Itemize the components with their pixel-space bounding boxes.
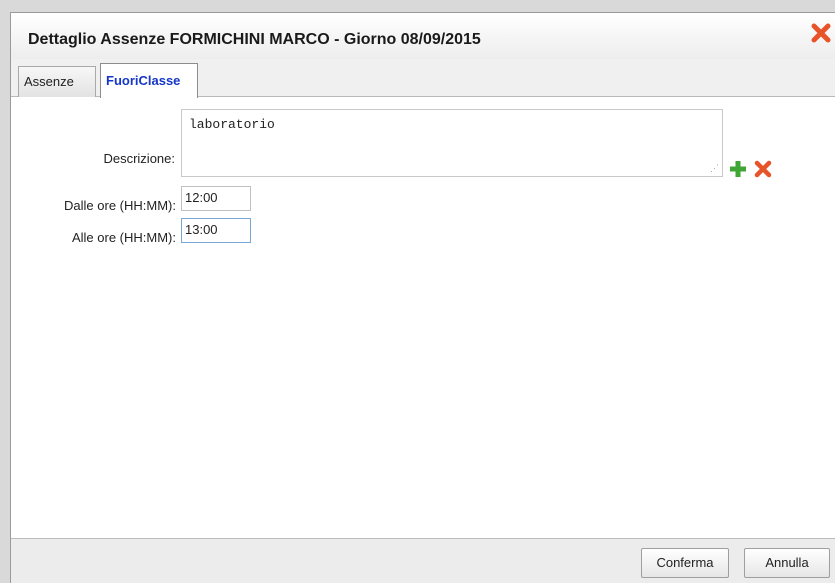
dialog-footer: Conferma Annulla bbox=[11, 538, 835, 583]
from-time-label: Dalle ore (HH:MM): bbox=[64, 198, 176, 213]
from-time-input[interactable]: 12:00 bbox=[181, 186, 251, 211]
dialog-titlebar: Dettaglio Assenze FORMICHINI MARCO - Gio… bbox=[11, 13, 835, 59]
tab-content: Descrizione: laboratorio ⋰ Dalle ore (HH… bbox=[11, 98, 835, 538]
absence-detail-dialog: Dettaglio Assenze FORMICHINI MARCO - Gio… bbox=[10, 12, 835, 583]
close-icon bbox=[811, 23, 831, 43]
close-button[interactable] bbox=[810, 22, 832, 44]
delete-button[interactable] bbox=[753, 159, 773, 179]
description-label: Descrizione: bbox=[103, 151, 175, 166]
x-icon bbox=[754, 160, 772, 178]
tab-bar: Assenze FuoriClasse bbox=[11, 59, 835, 98]
description-value: laboratorio bbox=[189, 117, 275, 132]
tab-fuoriclasse[interactable]: FuoriClasse bbox=[100, 63, 198, 98]
confirm-button[interactable]: Conferma bbox=[641, 548, 729, 578]
description-textarea[interactable]: laboratorio ⋰ bbox=[181, 109, 723, 177]
cancel-button[interactable]: Annulla bbox=[744, 548, 830, 578]
plus-icon bbox=[730, 161, 746, 177]
to-time-label: Alle ore (HH:MM): bbox=[71, 230, 176, 245]
to-time-input[interactable]: 13:00 bbox=[181, 218, 251, 243]
resize-grip-icon[interactable]: ⋰ bbox=[710, 165, 719, 174]
tab-assenze[interactable]: Assenze bbox=[18, 66, 96, 97]
add-button[interactable] bbox=[728, 159, 748, 179]
dialog-title: Dettaglio Assenze FORMICHINI MARCO - Gio… bbox=[28, 31, 481, 48]
